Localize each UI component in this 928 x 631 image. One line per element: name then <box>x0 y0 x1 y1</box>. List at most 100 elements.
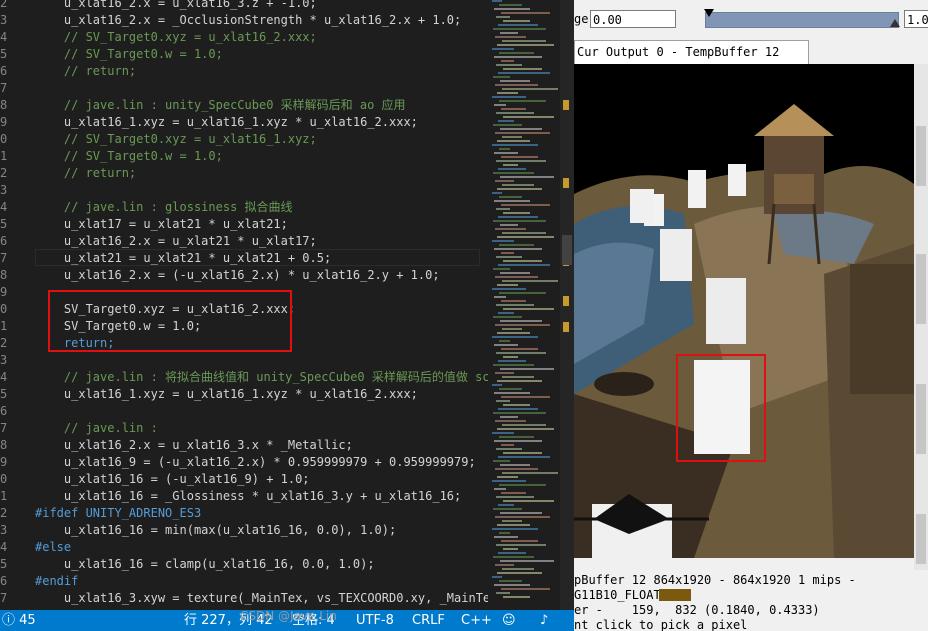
preview-scrollbar[interactable] <box>914 64 928 570</box>
code-line: u_xlat16_2.x = u_xlat16_3.z + -1.0; <box>35 0 317 10</box>
game-scene-image <box>574 64 914 558</box>
minimap-line <box>498 312 514 314</box>
minimap-line <box>496 112 534 114</box>
texture-info: pBuffer 12 864x1920 - 864x1920 1 mips - … <box>574 570 928 631</box>
minimap-line <box>496 160 546 162</box>
range-max-input[interactable]: 1.00 <box>904 10 928 28</box>
range-slider[interactable] <box>704 9 900 28</box>
minimap-line <box>497 92 518 94</box>
code-line: u_xlat16_3.xyw = texture(_MainTex, vs_TE… <box>35 591 488 605</box>
range-min-input[interactable]: 0.00 <box>590 10 676 28</box>
minimap-line <box>502 88 558 90</box>
tab-row: Cur Output 0 - TempBuffer 12 864x1920 <box>574 40 928 81</box>
tab-cur-output[interactable]: Cur Output 0 - TempBuffer 12 864x1920 <box>574 40 809 81</box>
language-mode[interactable]: C++ <box>461 612 492 629</box>
minimap-line <box>500 416 518 418</box>
line-number: 4 <box>0 30 8 44</box>
minimap-line <box>498 264 550 266</box>
minimap-line <box>497 572 542 574</box>
annotation-red-box-code <box>48 290 292 352</box>
code-line: u_xlat16_9 = (-u_xlat16_2.x) * 0.9599999… <box>35 455 476 469</box>
minimap-line <box>498 504 514 506</box>
code-line: // return; <box>35 64 137 78</box>
problems-item[interactable]: ⓘ 45 <box>2 612 36 629</box>
minimap-line <box>501 444 514 446</box>
end-of-line[interactable]: CRLF <box>412 612 445 629</box>
minimap-line <box>499 532 510 534</box>
line-number: 4 <box>0 370 8 384</box>
code-line: u_xlat16_2.x = u_xlat21 * u_xlat17; <box>35 234 317 248</box>
line-number: 7 <box>0 81 8 95</box>
minimap-line <box>495 372 514 374</box>
minimap-line <box>501 12 550 14</box>
minimap-line <box>498 552 526 554</box>
minimap-line <box>500 176 554 178</box>
minimap-line <box>496 592 510 594</box>
minimap-line <box>499 484 546 486</box>
info-line-3: er - 159, 832 (0.1840, 0.4333) <box>574 603 820 617</box>
code-line: u_xlat16_1.xyz = u_xlat16_1.xyz * u_xlat… <box>35 115 418 129</box>
minimap-line <box>495 132 550 134</box>
texture-viewer-panel: ge 0.00 1.00 Cur Output 0 - TempBuffer 1… <box>574 0 928 631</box>
minimap-line <box>493 268 510 270</box>
minimap-line <box>492 576 502 578</box>
minimap-line <box>500 128 542 130</box>
minimap-line <box>493 508 522 510</box>
code-editor[interactable]: 2 3 4 5 6 7 8 9 0 1 2 3 4 5 6 7 8 9 0 1 2 3 4 5 6 7 8 9 0 1 2 3 4 5 6 7 u_x… <box>0 0 488 610</box>
minimap-line <box>503 164 518 166</box>
minimap-line <box>502 136 522 138</box>
code-line: u_xlat16_2.x = _OcclusionStrength * u_xl… <box>35 13 462 27</box>
minimap-line <box>494 248 542 250</box>
feedback-icon[interactable]: ☺ <box>502 612 516 629</box>
minimap-line <box>494 440 542 442</box>
line-number: 7 <box>0 591 8 605</box>
range-label: ge <box>574 12 589 26</box>
minimap-line <box>501 492 526 494</box>
minimap-line <box>492 288 526 290</box>
minimap-line <box>501 348 538 350</box>
range-max-handle-icon[interactable] <box>890 19 900 27</box>
minimap-line <box>497 428 554 430</box>
range-min-handle-icon[interactable] <box>704 9 714 17</box>
line-number: 7 <box>0 421 8 435</box>
encoding[interactable]: UTF-8 <box>356 612 394 629</box>
editor-scrollbar[interactable] <box>560 0 574 610</box>
code-line: #else <box>35 540 72 554</box>
minimap-line <box>500 80 530 82</box>
code-line: // jave.lin : 将拟合曲线值和 unity_SpecCube0 采样… <box>35 370 488 384</box>
texture-preview[interactable] <box>574 64 914 558</box>
code-line: // SV_Target0.xyz = u_xlat16_2.xxx; <box>35 30 317 44</box>
code-line: u_xlat16_16 = clamp(u_xlat16_16, 0.0, 1.… <box>35 557 375 571</box>
minimap-line <box>494 296 506 298</box>
minimap-line <box>502 376 534 378</box>
code-line: #ifdef UNITY_ADRENO_ES3 <box>35 506 202 520</box>
minimap-line <box>499 292 546 294</box>
line-number: 5 <box>0 557 8 571</box>
preview-scrollbar-thumb[interactable] <box>916 126 926 186</box>
minimap-line <box>492 96 526 98</box>
minimap-line <box>503 548 518 550</box>
minimap-line <box>494 152 518 154</box>
minimap-line <box>502 568 534 570</box>
minimap-line <box>498 120 514 122</box>
minimap-line <box>495 180 514 182</box>
annotation-red-box-texture <box>676 354 766 462</box>
minimap-line <box>502 328 522 330</box>
code-line: // return; <box>35 166 137 180</box>
scrollbar-thumb[interactable] <box>562 235 572 265</box>
minimap-line <box>494 56 542 58</box>
minimap-line <box>494 488 506 490</box>
minimap-line <box>499 388 522 390</box>
info-line-1: pBuffer 12 864x1920 - 864x1920 1 mips - <box>574 573 856 587</box>
minimap-line <box>499 340 510 342</box>
minimap[interactable] <box>488 0 560 610</box>
minimap-line <box>499 580 522 582</box>
notifications-bell-icon[interactable]: ♪ <box>540 612 548 629</box>
minimap-line <box>499 244 534 246</box>
minimap-line <box>496 544 546 546</box>
minimap-line <box>501 540 538 542</box>
code-line: u_xlat16_16 = min(max(u_xlat16_16, 0.0),… <box>35 523 397 537</box>
line-number: 3 <box>0 353 8 367</box>
minimap-line <box>495 468 538 470</box>
line-number: 6 <box>0 574 8 588</box>
